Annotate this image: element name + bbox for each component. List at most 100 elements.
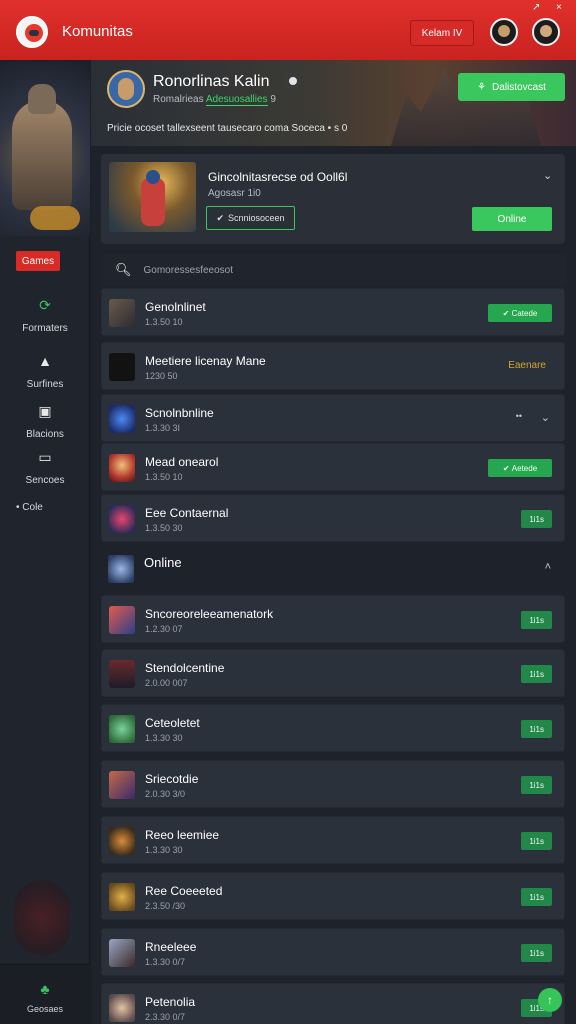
- clover-icon: ♣: [40, 981, 50, 997]
- list-item-name: Sncoreoreleeamenatork: [145, 607, 274, 621]
- game-icon: [108, 555, 134, 583]
- game-icon: [109, 454, 135, 482]
- check-icon: ✔: [502, 308, 512, 318]
- list-item-status: 1.3.30 3I: [145, 423, 181, 433]
- broadcast-button[interactable]: ⚘ Dalistovcast: [458, 73, 565, 101]
- profile-subtitle-link[interactable]: Adesuosallies: [205, 94, 268, 106]
- status-badge[interactable]: 1i1s: [521, 888, 552, 906]
- sidebar-bottom-button[interactable]: ♣ Geosaes: [0, 964, 90, 1024]
- app-logo[interactable]: [16, 16, 48, 48]
- status-badge[interactable]: 1i1s: [521, 665, 552, 683]
- sidebar-link-cole[interactable]: • Cole: [16, 502, 43, 513]
- list-item[interactable]: Scnolnbnline 1.3.30 3I •• ⌄: [101, 394, 565, 442]
- chevron-up-icon[interactable]: ˄: [545, 561, 551, 573]
- status-badge[interactable]: 1i1s: [521, 776, 552, 794]
- list-item-status: 2.0.00 007: [145, 678, 188, 688]
- online-button[interactable]: Online: [472, 207, 552, 231]
- status-badge[interactable]: 1i1s: [521, 720, 552, 738]
- list-item[interactable]: Ree Coeeeted 2.3.50 /30 1i1s: [101, 872, 565, 920]
- search-input[interactable]: Gomoressesfeeosot: [144, 265, 234, 276]
- list-item-name: Petenolia: [145, 995, 196, 1009]
- list-item-name: Mead onearol: [145, 455, 219, 469]
- game-title: Gincolnitasrecse od Ooll6l: [208, 170, 348, 184]
- sidebar-item-surfines[interactable]: ▲ Surfines: [0, 352, 90, 392]
- status-badge[interactable]: 1i1s: [521, 944, 552, 962]
- game-icon: [109, 994, 135, 1022]
- game-thumbnail: [109, 162, 196, 232]
- sidebar-bottom-label: Geosaes: [26, 1004, 64, 1014]
- sidebar-item-label: Formaters: [22, 323, 68, 334]
- list-item[interactable]: Petenolia 2.3.30 0/7 1i1s: [101, 983, 565, 1024]
- status-badge[interactable]: 1i1s: [521, 611, 552, 629]
- status-badge[interactable]: ✔ Aetede: [488, 459, 552, 477]
- list-item-status: 1.3.50 30: [145, 523, 183, 533]
- sidebar-item-sencoes[interactable]: ▭ Sencoes: [0, 448, 90, 488]
- window-icon: ▣: [38, 403, 52, 419]
- list-item[interactable]: Rneeleee 1.3.30 0/7 1i1s: [101, 928, 565, 976]
- list-item[interactable]: Stendolcentine 2.0.00 007 1i1s: [101, 649, 565, 697]
- main-panel: Gincolnitasrecse od Ooll6l Agosasr 1i0 ⌄…: [91, 146, 576, 1024]
- game-subtitle: Agosasr 1i0: [208, 188, 261, 199]
- game-icon: [109, 939, 135, 967]
- sidebar-artwork: [0, 60, 90, 236]
- status-text: Eaenare: [508, 360, 546, 371]
- status-badge[interactable]: 1i1s: [521, 510, 552, 528]
- games-badge[interactable]: Games: [16, 251, 60, 271]
- list-item[interactable]: Reeo leemiee 1.3.30 30 1i1s: [101, 816, 565, 864]
- secondary-button[interactable]: ✔ Scnniosoceen: [206, 206, 295, 230]
- list-item-name: Reeo leemiee: [145, 828, 220, 842]
- section-header-online[interactable]: Online ˄: [101, 545, 565, 593]
- popout-icon[interactable]: ↗: [532, 2, 540, 13]
- game-icon: [109, 715, 135, 743]
- list-item-status: 2.0.30 3/0: [145, 789, 186, 799]
- list-item[interactable]: Ceteoletet 1.3.30 30 1i1s: [101, 704, 565, 752]
- status-badge[interactable]: 1i1s: [521, 832, 552, 850]
- list-item[interactable]: Eee Contaernal 1.3.50 30 1i1s: [101, 494, 565, 542]
- list-item-name: Meetiere licenay Mane: [145, 354, 266, 368]
- list-item-name: Rneeleee: [145, 940, 197, 954]
- sidebar-item-formaters[interactable]: ⟳ Formaters: [0, 296, 90, 336]
- profile-status: Pricie ocoset tallexseent tausecaro coma…: [107, 123, 348, 134]
- list-item[interactable]: Sriecotdie 2.0.30 3/0 1i1s: [101, 760, 565, 808]
- game-icon: [109, 606, 135, 634]
- search-bar[interactable]: 🔍︎ Gomoressesfeeosot: [101, 254, 565, 286]
- game-icon: [109, 883, 135, 911]
- sidebar-item-label: Blacions: [26, 429, 64, 440]
- user-avatar[interactable]: [532, 18, 560, 46]
- online-indicator-icon: [286, 74, 300, 88]
- profile-subtitle: Romalrieas Adesuosallies 9: [153, 94, 276, 106]
- profile-header: Ronorlinas Kalin Romalrieas Adesuosallie…: [91, 60, 576, 146]
- list-item[interactable]: Meetiere licenay Mane 1230 50 Eaenare: [101, 342, 565, 390]
- check-icon: ✔: [502, 463, 512, 473]
- list-item-name: Ceteoletet: [145, 716, 200, 730]
- app-title: Komunitas: [62, 23, 133, 40]
- chevron-down-icon[interactable]: ⌄: [543, 169, 552, 182]
- chevron-down-icon[interactable]: ⌄: [541, 411, 550, 424]
- game-card: Gincolnitasrecse od Ooll6l Agosasr 1i0 ⌄…: [101, 154, 565, 244]
- status-badge[interactable]: ✔ Catede: [488, 304, 552, 322]
- more-icon[interactable]: ••: [516, 411, 522, 421]
- rank-pill-button[interactable]: Kelam IV: [410, 20, 474, 46]
- list-item-status: 1.3.30 0/7: [145, 957, 186, 967]
- list-item-name: Eee Contaernal: [145, 506, 229, 520]
- list-item-name: Genolnlinet: [145, 300, 206, 314]
- close-icon[interactable]: ×: [556, 2, 562, 13]
- list-item-status: 1230 50: [145, 371, 178, 381]
- list-item-status: 1.3.30 30: [145, 845, 183, 855]
- sidebar-item-blacions[interactable]: ▣ Blacions: [0, 402, 90, 442]
- game-icon: [109, 771, 135, 799]
- list-item-name: Sriecotdie: [145, 772, 199, 786]
- game-icon: [109, 405, 135, 433]
- list-item[interactable]: Sncoreoreleeamenatork 1.2.30 07 1i1s: [101, 595, 565, 643]
- list-item-name: Stendolcentine: [145, 661, 225, 675]
- list-item-status: 2.3.50 /30: [145, 901, 186, 911]
- list-item-name: Scnolnbnline: [145, 406, 214, 420]
- refresh-icon: ⟳: [39, 297, 51, 313]
- scroll-top-button[interactable]: ↑: [538, 988, 562, 1012]
- profile-name: Ronorlinas Kalin: [153, 73, 270, 90]
- list-item[interactable]: Mead onearol 1.3.50 10 ✔ Aetede: [101, 443, 565, 491]
- game-icon: [109, 353, 135, 381]
- list-item[interactable]: Genolnlinet 1.3.50 10 ✔ Catede: [101, 288, 565, 336]
- profile-avatar[interactable]: [107, 70, 145, 108]
- friend-avatar[interactable]: [490, 18, 518, 46]
